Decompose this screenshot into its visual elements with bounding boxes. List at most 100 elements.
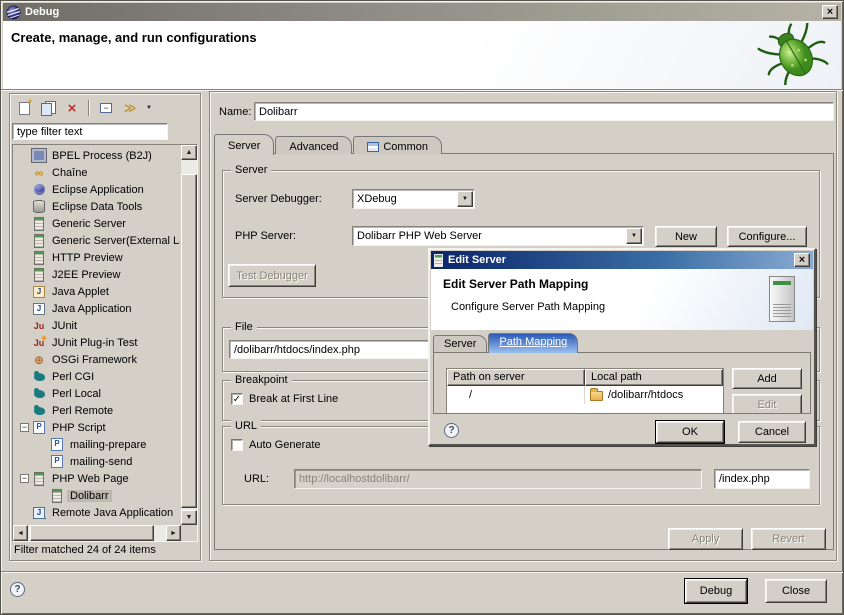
tree-item-java-application[interactable]: −Java Application [14,300,180,317]
dialog-titlebar[interactable]: Edit Server × [431,251,813,269]
tree-item-bpel-process-b2j[interactable]: −BPEL Process (B2J) [14,147,180,164]
tree-item-java-applet[interactable]: −Java Applet [14,283,180,300]
vertical-scrollbar-thumb[interactable] [181,174,197,508]
configurations-sidebar: × − ≫ ▼ −BPEL Process (B2J)−Chaîne−Eclip… [9,93,201,561]
horizontal-scrollbar-thumb[interactable] [30,525,154,541]
cancel-button[interactable]: Cancel [738,421,806,443]
scroll-right-icon[interactable]: ► [166,525,181,541]
filter-status-text: Filter matched 24 of 24 items [14,544,156,556]
php-server-select[interactable]: Dolibarr PHP Web Server ▼ [352,226,644,246]
tree-item-label: Remote Java Application [49,507,176,519]
new-server-button[interactable]: New [655,226,717,247]
column-path-on-server[interactable]: Path on server [447,369,585,386]
tree-item-eclipse-application[interactable]: −Eclipse Application [14,181,180,198]
tab-server[interactable]: Server [214,134,274,155]
filter-configurations-icon[interactable]: ≫ [119,98,141,118]
tree-horizontal-scrollbar[interactable]: ◄ ► [13,525,181,541]
tree-item-label: PHP Script [49,422,109,434]
tree-item-cha-ne[interactable]: −Chaîne [14,164,180,181]
tree-item-osgi-framework[interactable]: −OSGi Framework [14,351,180,368]
scroll-up-icon[interactable]: ▲ [181,145,197,160]
path-mapping-content: Path on server Local path / /dolibarr/ht… [433,352,811,414]
tree-item-php-script[interactable]: − PHP Script [14,419,180,436]
path-mapping-table: Path on server Local path / /dolibarr/ht… [446,368,724,414]
tree-item-junit[interactable]: −JUnit [14,317,180,334]
java-app-icon [32,302,46,315]
url-label: URL: [244,473,269,485]
dialog-help-icon[interactable]: ? [444,423,459,438]
close-button[interactable]: Close [765,579,827,603]
configure-server-button[interactable]: Configure... [727,226,807,247]
server-tower-icon [769,276,795,322]
tree-item-perl-cgi[interactable]: −Perl CGI [14,368,180,385]
collapse-expander-icon[interactable]: − [20,474,29,483]
auto-generate-label: Auto Generate [249,439,321,451]
collapse-expander-icon[interactable]: − [20,423,29,432]
tree-item-perl-local[interactable]: −Perl Local [14,385,180,402]
filter-input[interactable] [12,123,168,140]
help-icon[interactable]: ? [10,582,25,597]
server-icon [32,234,46,247]
duplicate-configuration-icon[interactable] [37,98,59,118]
scroll-left-icon[interactable]: ◄ [13,525,28,541]
revert-button[interactable]: Revert [751,528,826,550]
tree-item-dolibarr[interactable]: −Dolibarr [14,487,180,504]
tree-item-generic-server-external-la[interactable]: −Generic Server(External La [14,232,180,249]
name-label: Name: [219,106,251,118]
junit-icon [32,319,46,332]
window-titlebar[interactable]: Debug × [3,3,841,21]
table-row[interactable]: / /dolibarr/htdocs [447,386,723,404]
test-debugger-button[interactable]: Test Debugger [228,264,316,287]
scroll-down-icon[interactable]: ▼ [181,510,197,525]
tree-vertical-scrollbar[interactable]: ▲ ▼ [181,145,197,525]
dialog-tab-server[interactable]: Server [433,335,487,352]
scrollbar-corner [181,525,197,541]
collapse-all-icon[interactable]: − [95,98,117,118]
base-url-input [294,469,702,489]
tree-item-label: Perl Remote [49,405,116,417]
tree-item-generic-server[interactable]: −Generic Server [14,215,180,232]
tree-item-label: Chaîne [49,167,90,179]
tree-item-php-web-page[interactable]: − PHP Web Page [14,470,180,487]
tree-item-mailing-send[interactable]: −mailing-send [14,453,180,470]
edit-mapping-button[interactable]: Edit [732,394,802,414]
path-on-server-cell: / [447,386,585,404]
server-icon [32,217,46,230]
php-file-icon [50,455,64,468]
auto-generate-checkbox[interactable] [231,439,243,451]
tree-item-http-preview[interactable]: −HTTP Preview [14,249,180,266]
debug-button[interactable]: Debug [685,579,747,603]
window-close-icon[interactable]: × [822,5,838,19]
dialog-tab-path-mapping[interactable]: Path Mapping [488,333,578,353]
tree-item-mailing-prepare[interactable]: −mailing-prepare [14,436,180,453]
delete-configuration-icon[interactable]: × [61,98,83,118]
tree-item-label: mailing-prepare [67,439,149,451]
ok-button[interactable]: OK [656,421,724,443]
dropdown-arrow-icon[interactable]: ▼ [457,191,473,207]
tree-item-perl-remote[interactable]: −Perl Remote [14,402,180,419]
tab-advanced[interactable]: Advanced [275,136,352,154]
new-configuration-icon[interactable] [13,98,35,118]
server-debugger-value: XDebug [357,193,397,205]
url-group-title: URL [231,420,261,432]
tree-item-remote-java-application[interactable]: −Remote Java Application [14,504,180,521]
url-path-input[interactable] [714,469,810,489]
tree-item-eclipse-data-tools[interactable]: −Eclipse Data Tools [14,198,180,215]
add-mapping-button[interactable]: Add [732,368,802,389]
php-server-label: PHP Server: [235,230,296,242]
folder-icon [590,391,603,401]
tree-item-label: BPEL Process (B2J) [49,150,155,162]
name-input[interactable] [254,102,834,121]
tree-item-label: Dolibarr [67,490,112,502]
column-local-path[interactable]: Local path [585,369,723,386]
apply-button[interactable]: Apply [668,528,743,550]
dropdown-arrow-icon[interactable]: ▼ [626,228,642,244]
tab-common[interactable]: Common [353,136,442,154]
server-debugger-select[interactable]: XDebug ▼ [352,189,475,209]
break-at-first-line-checkbox[interactable] [231,393,243,405]
tree-item-label: PHP Web Page [49,473,132,485]
filter-menu-dropdown-icon[interactable]: ▼ [143,98,155,118]
dialog-close-icon[interactable]: × [794,253,810,267]
tree-item-j2ee-preview[interactable]: −J2EE Preview [14,266,180,283]
tree-item-junit-plug-in-test[interactable]: −JUnit Plug-in Test [14,334,180,351]
